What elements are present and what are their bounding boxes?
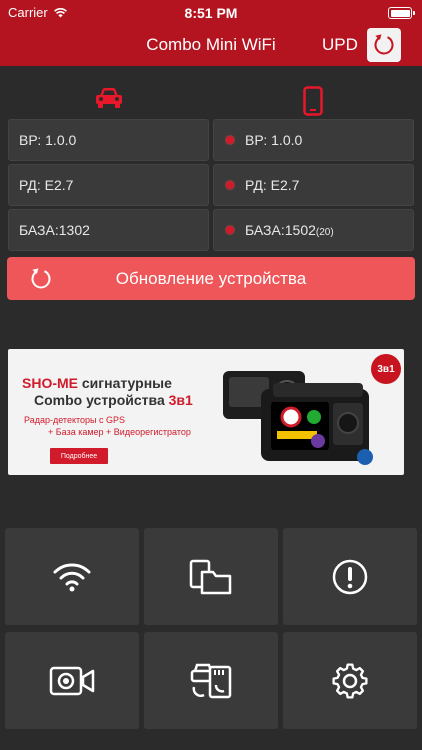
phone-icon bbox=[303, 86, 323, 116]
banner-more-button[interactable]: Подробнее bbox=[50, 448, 108, 464]
banner-title: SHO-ME сигнатурные bbox=[22, 375, 172, 391]
update-device-button[interactable]: Обновление устройства bbox=[7, 257, 415, 300]
clock: 8:51 PM bbox=[184, 5, 238, 21]
database-count: (20) bbox=[315, 227, 334, 238]
wifi-icon bbox=[53, 562, 91, 591]
upd-label: UPD bbox=[322, 35, 358, 54]
device-database-version: БАЗА:1302 bbox=[8, 209, 209, 251]
status-dot bbox=[226, 226, 234, 234]
update-device-label: Обновление устройства bbox=[115, 268, 307, 288]
nav-bar: Combo Mini WiFi UPD bbox=[0, 26, 422, 66]
camera-tile[interactable] bbox=[5, 632, 139, 729]
refresh-icon bbox=[31, 268, 51, 289]
page-title: Combo Mini WiFi bbox=[146, 35, 276, 54]
battery-icon bbox=[388, 7, 415, 19]
product-image bbox=[223, 371, 373, 465]
device-radar-version: РД: E2.7 bbox=[8, 164, 209, 206]
alert-tile[interactable] bbox=[283, 528, 417, 625]
settings-tile[interactable] bbox=[283, 632, 417, 729]
files-icon bbox=[189, 559, 232, 594]
status-bar: Carrier 8:51 PM bbox=[0, 0, 422, 26]
refresh-button[interactable] bbox=[367, 28, 401, 62]
promo-banner[interactable]: SHO-ME сигнатурные Combo устройства 3в1 … bbox=[8, 349, 404, 475]
app-database-version: БАЗА:1502(20) bbox=[213, 209, 414, 251]
status-dot bbox=[226, 181, 234, 189]
status-dot bbox=[226, 136, 234, 144]
app-radar-version: РД: E2.7 bbox=[213, 164, 414, 206]
wifi-tile[interactable] bbox=[5, 528, 139, 625]
device-firmware-version: ВР: 1.0.0 bbox=[8, 119, 209, 161]
banner-badge: 3в1 bbox=[371, 354, 401, 384]
alert-icon bbox=[332, 559, 368, 594]
banner-line-2: + База камер + Видеорегистратор bbox=[48, 427, 191, 437]
car-sd-tile[interactable] bbox=[144, 632, 278, 729]
camera-icon bbox=[49, 666, 95, 695]
settings-gear-icon bbox=[332, 662, 368, 699]
app-firmware-version: ВР: 1.0.0 bbox=[213, 119, 414, 161]
refresh-icon bbox=[374, 34, 394, 55]
car-icon bbox=[96, 88, 122, 108]
car-sd-icon bbox=[190, 663, 232, 698]
files-tile[interactable] bbox=[144, 528, 278, 625]
banner-subtitle: Combo устройства 3в1 bbox=[34, 392, 193, 408]
banner-line-1: Радар-детекторы с GPS bbox=[24, 415, 125, 425]
